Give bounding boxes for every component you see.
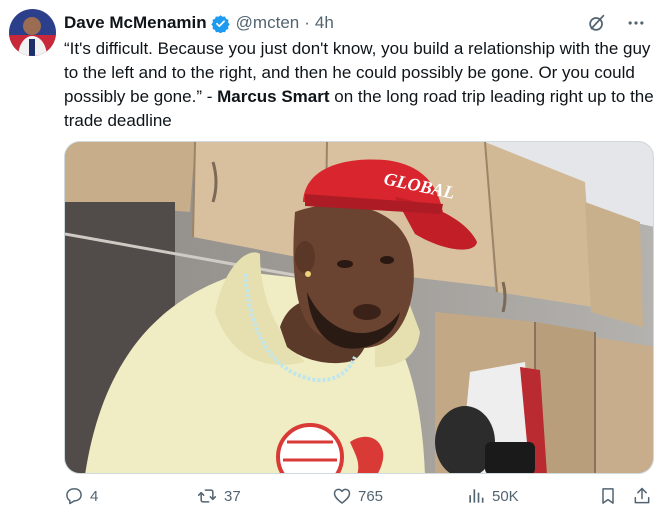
views-button[interactable]: 50K bbox=[466, 486, 519, 506]
tweet-header: Dave McMenamin @mcten · 4h bbox=[64, 12, 334, 34]
like-icon bbox=[332, 486, 352, 506]
repost-icon bbox=[196, 486, 218, 506]
views-count: 50K bbox=[492, 487, 519, 505]
tweet-text: “It's difficult. Because you just don't … bbox=[64, 37, 654, 133]
like-button[interactable]: 765 bbox=[332, 486, 383, 506]
bookmark-icon bbox=[598, 486, 618, 506]
author-display-name[interactable]: Dave McMenamin bbox=[64, 13, 207, 33]
views-icon bbox=[466, 486, 486, 506]
media-video[interactable]: GLOBAL bbox=[64, 141, 654, 474]
reply-count: 4 bbox=[90, 487, 99, 505]
share-button[interactable] bbox=[632, 486, 652, 506]
repost-count: 37 bbox=[224, 487, 241, 505]
bookmark-button[interactable] bbox=[598, 486, 618, 506]
verified-badge-icon bbox=[210, 14, 230, 33]
grok-icon[interactable] bbox=[586, 12, 608, 34]
like-count: 765 bbox=[358, 487, 384, 505]
reply-button[interactable]: 4 bbox=[64, 486, 98, 506]
tweet-action-bar: 4 37 765 50K bbox=[64, 486, 654, 512]
author-handle[interactable]: @mcten bbox=[236, 13, 300, 33]
mentioned-name: Marcus Smart bbox=[217, 87, 330, 106]
more-options-icon[interactable] bbox=[626, 13, 646, 33]
timestamp[interactable]: 4h bbox=[315, 13, 334, 33]
reply-icon bbox=[64, 486, 84, 506]
share-icon bbox=[632, 486, 652, 506]
tweet-top-actions bbox=[586, 12, 646, 34]
repost-button[interactable]: 37 bbox=[196, 486, 241, 506]
avatar[interactable] bbox=[9, 9, 56, 56]
separator-dot: · bbox=[304, 13, 310, 32]
text-dash: - bbox=[201, 87, 218, 106]
